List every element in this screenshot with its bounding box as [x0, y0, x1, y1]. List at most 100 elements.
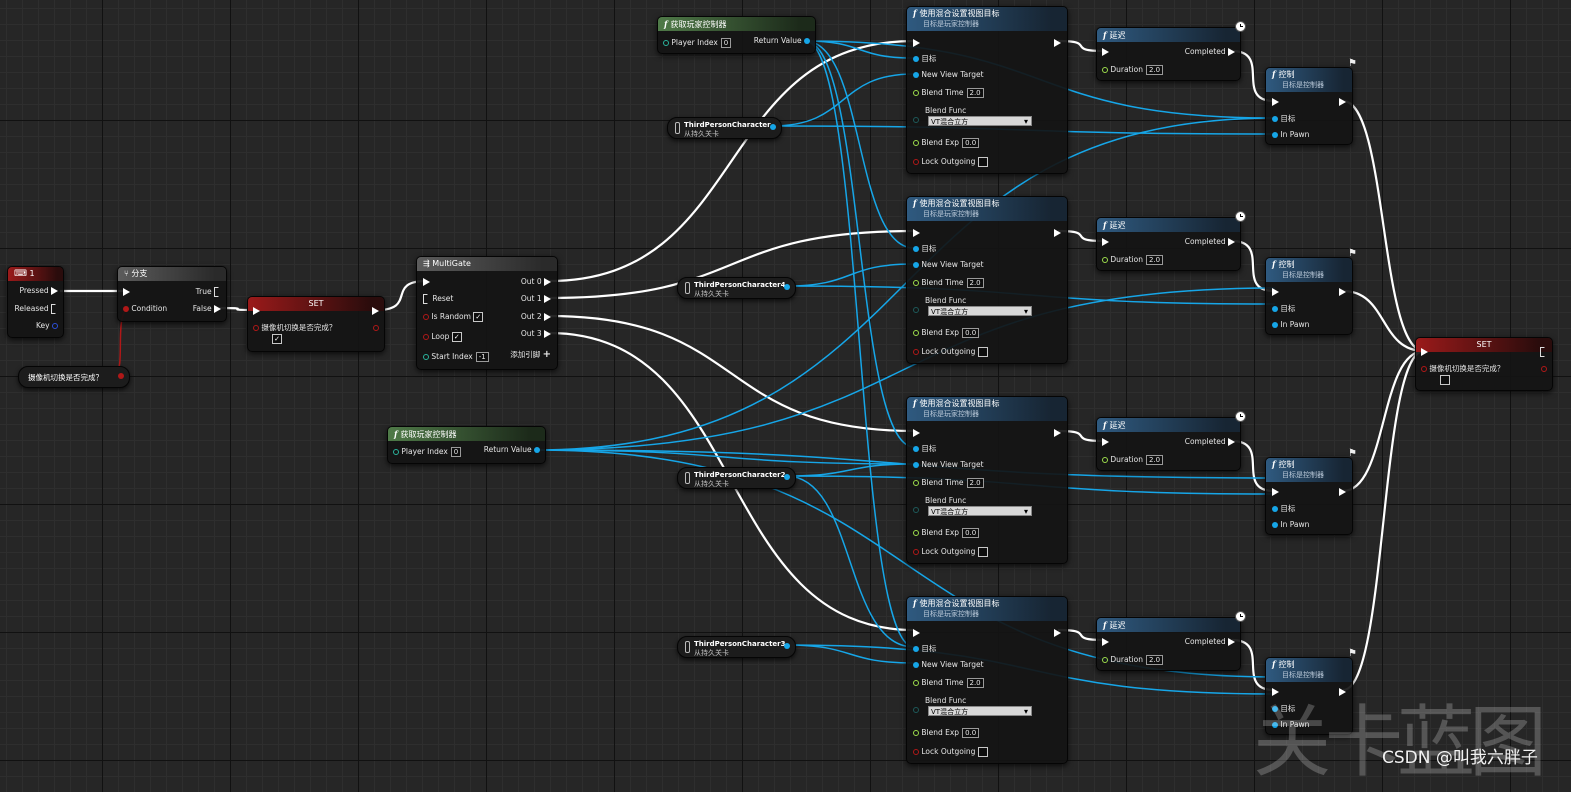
blend-exec-out[interactable]	[1054, 628, 1061, 638]
released-pin[interactable]: Released	[15, 304, 58, 314]
var-third-person-character4[interactable]: ThirdPersonCharacter4 从持久关卡	[677, 277, 796, 299]
blend-exp-value[interactable]: 0.0	[962, 138, 980, 148]
exec-out-icon[interactable]	[51, 304, 58, 314]
blend-time-pin[interactable]: Blend Time 2.0	[913, 278, 984, 288]
object-pin-icon[interactable]	[1272, 132, 1278, 138]
object-pin-icon[interactable]	[913, 72, 919, 78]
false-pin[interactable]: False	[193, 304, 221, 314]
exec-in-icon[interactable]	[913, 429, 920, 437]
duration-value[interactable]: 2.0	[1145, 655, 1164, 665]
possess-exec-in[interactable]	[1272, 487, 1279, 497]
lock-outgoing-checkbox[interactable]	[977, 747, 988, 757]
delay-node[interactable]: f 延迟 Completed Duration 2.0	[1096, 611, 1246, 671]
exec-in-icon[interactable]	[1102, 438, 1109, 446]
var-third-person-character[interactable]: ThirdPersonCharacter 从持久关卡	[667, 117, 782, 139]
completed-pin[interactable]: Completed	[1185, 47, 1235, 57]
float-pin-icon[interactable]	[1102, 457, 1108, 463]
bool-pin-icon[interactable]	[423, 334, 429, 340]
bool-pin-icon[interactable]	[913, 159, 919, 165]
bool-pin-icon[interactable]	[913, 549, 919, 555]
new-view-target-pin[interactable]: New View Target	[913, 260, 984, 270]
object-pin-icon[interactable]	[1272, 306, 1278, 312]
completed-pin[interactable]: Completed	[1185, 237, 1235, 247]
duration-value[interactable]: 2.0	[1145, 455, 1164, 465]
lock-outgoing-pin[interactable]: Lock Outgoing	[913, 547, 988, 557]
set-view-target-blend-node[interactable]: f 使用混合设置视图目标 目标是玩家控制器 目标 New View Target B…	[906, 196, 1068, 364]
possess-node[interactable]: f 控制 目标是控制器 ⚑ 目标 In Pawn	[1265, 448, 1357, 535]
gpc-player-index[interactable]: Player Index 0	[663, 38, 732, 48]
blend-time-pin[interactable]: Blend Time 2.0	[913, 478, 984, 488]
bool-pin-icon[interactable]	[373, 325, 379, 331]
set-checkbox[interactable]: ✓	[272, 334, 282, 344]
blend-exec-out[interactable]	[1054, 428, 1061, 438]
float-pin-icon[interactable]	[913, 140, 919, 146]
exec-out-icon[interactable]	[51, 287, 58, 295]
is-random-pin[interactable]: Is Random ✓	[423, 312, 484, 322]
duration-pin[interactable]: Duration 2.0	[1102, 655, 1164, 665]
set-checkbox[interactable]	[1440, 375, 1450, 385]
condition-pin[interactable]: Condition	[123, 304, 167, 314]
reset-pin[interactable]: Reset	[423, 294, 453, 304]
exec-out-icon[interactable]	[1054, 39, 1061, 47]
delay-exec-in[interactable]	[1102, 47, 1109, 57]
delay-node[interactable]: f 延迟 Completed Duration 2.0	[1096, 211, 1246, 271]
out3-pin[interactable]: Out 3	[521, 329, 551, 339]
exec-out-icon[interactable]	[1228, 438, 1235, 446]
blend-exp-value[interactable]: 0.0	[962, 328, 980, 338]
exec-in-icon[interactable]	[1102, 238, 1109, 246]
blend-func-pin[interactable]	[913, 705, 919, 715]
float-pin-icon[interactable]	[913, 330, 919, 336]
bool-get-var[interactable]: 摄像机切换是否完成？	[18, 366, 130, 388]
bool-pin-icon[interactable]	[913, 749, 919, 755]
set-node-right[interactable]: SET 摄像机切换是否完成？	[1415, 337, 1553, 391]
blend-exp-pin[interactable]: Blend Exp 0.0	[913, 528, 980, 538]
struct-pin-icon[interactable]	[52, 323, 58, 329]
in-pawn-pin[interactable]: In Pawn	[1272, 320, 1309, 330]
object-pin-icon[interactable]	[534, 447, 540, 453]
exec-out-icon[interactable]	[372, 307, 379, 315]
player-index-value[interactable]: 0	[450, 447, 462, 457]
out1-pin[interactable]: Out 1	[521, 294, 551, 304]
object-pin-icon[interactable]	[804, 38, 810, 44]
lock-outgoing-checkbox[interactable]	[977, 347, 988, 357]
target-pin[interactable]: 目标	[913, 444, 936, 454]
blend-time-value[interactable]: 2.0	[966, 88, 984, 98]
duration-pin[interactable]: Duration 2.0	[1102, 455, 1164, 465]
new-view-target-pin[interactable]: New View Target	[913, 460, 984, 470]
checkbox-checked[interactable]: ✓	[272, 334, 282, 344]
completed-pin[interactable]: Completed	[1185, 437, 1235, 447]
float-pin-icon[interactable]	[1102, 657, 1108, 663]
object-pin-icon[interactable]	[1272, 522, 1278, 528]
set-bool-output[interactable]	[373, 323, 379, 333]
lock-outgoing-pin[interactable]: Lock Outgoing	[913, 157, 988, 167]
blend-exp-pin[interactable]: Blend Exp 0.0	[913, 728, 980, 738]
blend-exec-in[interactable]	[913, 228, 920, 238]
exec-in-icon[interactable]	[423, 278, 430, 286]
possess-node[interactable]: f 控制 目标是控制器 ⚑ 目标 In Pawn	[1265, 248, 1357, 335]
exec-in-icon[interactable]	[1272, 98, 1279, 106]
object-pin-icon[interactable]	[913, 446, 919, 452]
enum-pin-icon[interactable]	[913, 117, 919, 123]
get-player-controller-top[interactable]: f 获取玩家控制器 Player Index 0 Return Value	[657, 16, 816, 54]
blend-exec-in[interactable]	[913, 38, 920, 48]
exec-out-icon[interactable]	[1228, 638, 1235, 646]
duration-value[interactable]: 2.0	[1145, 65, 1164, 75]
gpc-return-value[interactable]: Return Value	[484, 445, 540, 455]
in-pawn-pin[interactable]: In Pawn	[1272, 520, 1309, 530]
blend-time-pin[interactable]: Blend Time 2.0	[913, 678, 984, 688]
duration-value[interactable]: 2.0	[1145, 255, 1164, 265]
exec-in-icon[interactable]	[1272, 488, 1279, 496]
exec-in-icon[interactable]	[1102, 48, 1109, 56]
int-pin-icon[interactable]	[423, 354, 429, 360]
exec-out-icon[interactable]	[544, 330, 551, 338]
branch-exec-in[interactable]	[123, 287, 130, 297]
is-random-checkbox[interactable]: ✓	[473, 312, 484, 322]
float-pin-icon[interactable]	[913, 90, 919, 96]
blend-func-dropdown[interactable]: VT混合立方	[928, 306, 1032, 317]
blend-time-pin[interactable]: Blend Time 2.0	[913, 88, 984, 98]
float-pin-icon[interactable]	[913, 280, 919, 286]
float-pin-icon[interactable]	[913, 480, 919, 486]
lock-outgoing-checkbox[interactable]	[977, 157, 988, 167]
object-pin-icon[interactable]	[913, 246, 919, 252]
bool-pin-icon[interactable]	[118, 373, 124, 379]
